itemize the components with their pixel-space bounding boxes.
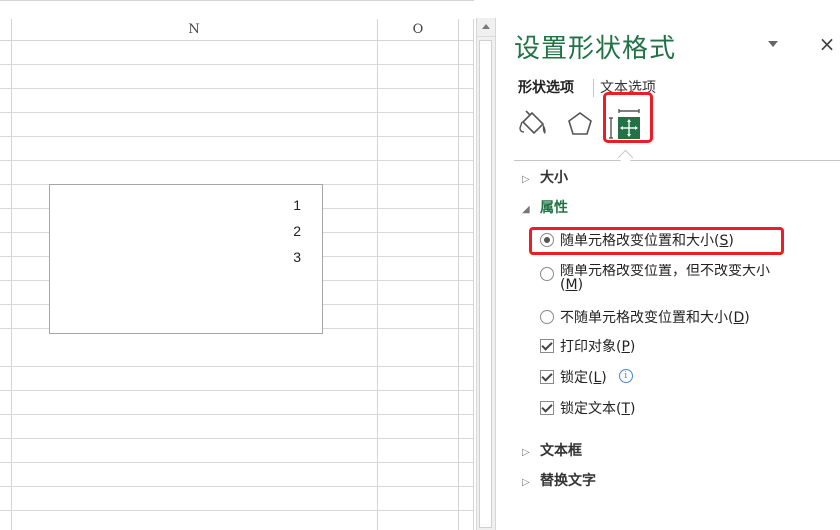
checkbox-checked-icon[interactable] [540,370,554,384]
text-box-line-2: 2 [293,223,301,239]
column-header-row: N O [0,19,474,41]
checkbox-locked[interactable]: 锁定(L) i [540,368,633,388]
checkbox-print-object[interactable]: 打印对象(P) [540,337,635,357]
section-size[interactable]: ▷ 大小 [522,167,568,187]
grid-hline [0,510,474,511]
close-icon[interactable]: × [816,33,838,55]
grid-hline [0,486,474,487]
pane-title: 设置形状格式 [514,34,677,64]
section-text-box[interactable]: ▷ 文本框 [522,440,582,460]
expand-arrow-icon: ▷ [522,447,530,458]
grid-hline [0,390,474,391]
vertical-scrollbar[interactable] [476,18,496,530]
column-header-n[interactable]: N [11,19,377,40]
section-alt-text[interactable]: ▷ 替换文字 [522,470,596,490]
effects-icon[interactable] [563,108,597,144]
grid-hline [0,414,474,415]
scroll-up-arrow-icon[interactable] [477,18,495,37]
text-box-line-3: 3 [293,249,301,265]
grid-top-border [0,0,474,1]
checkbox-lock-text[interactable]: 锁定文本(T) [540,399,636,419]
grid-vline [11,19,12,530]
tab-separator [593,79,594,97]
grid-vline [377,19,378,530]
checkbox-checked-icon[interactable] [540,339,554,353]
grid-vline [473,19,474,530]
grid-hline [0,88,474,89]
expand-arrow-icon: ▷ [522,477,530,488]
active-tab-pointer [617,149,634,166]
radio-unselected-icon[interactable] [540,310,554,324]
worksheet-grid[interactable]: N O 1 2 3 [0,0,474,530]
grid-hline [0,136,474,137]
column-header-o[interactable]: O [378,19,458,40]
scrollbar-thumb[interactable] [479,40,492,528]
format-shape-pane: 设置形状格式 × 形状选项 文本选项 ▷ 大小 ◢ 属性 随单元格改变位置和大小… [500,0,840,530]
expand-arrow-icon: ▷ [522,174,530,185]
tab-shape-options[interactable]: 形状选项 [518,77,574,97]
selected-option-highlight [529,227,784,255]
radio-move-not-size-with-cells[interactable]: 随单元格改变位置，但不改变大小(M) [540,264,786,292]
section-properties[interactable]: ◢ 属性 [522,197,568,217]
checkbox-checked-icon[interactable] [540,401,554,415]
grid-hline [0,160,474,161]
info-icon[interactable]: i [618,369,633,383]
grid-hline [0,438,474,439]
radio-unselected-icon[interactable] [540,267,554,281]
fill-line-icon[interactable] [517,108,551,144]
text-box-shape[interactable]: 1 2 3 [49,184,323,334]
collapse-arrow-icon: ◢ [522,204,530,215]
size-properties-highlight [603,92,653,143]
grid-hline [0,112,474,113]
text-box-line-1: 1 [293,197,301,213]
tab-content-divider [514,160,840,161]
grid-vline [458,19,459,530]
radio-dont-move-or-size[interactable]: 不随单元格改变位置和大小(D) [540,308,750,328]
grid-hline [0,462,474,463]
grid-hline [0,64,474,65]
pane-options-dropdown-icon[interactable] [766,37,780,51]
grid-hline [0,366,474,367]
